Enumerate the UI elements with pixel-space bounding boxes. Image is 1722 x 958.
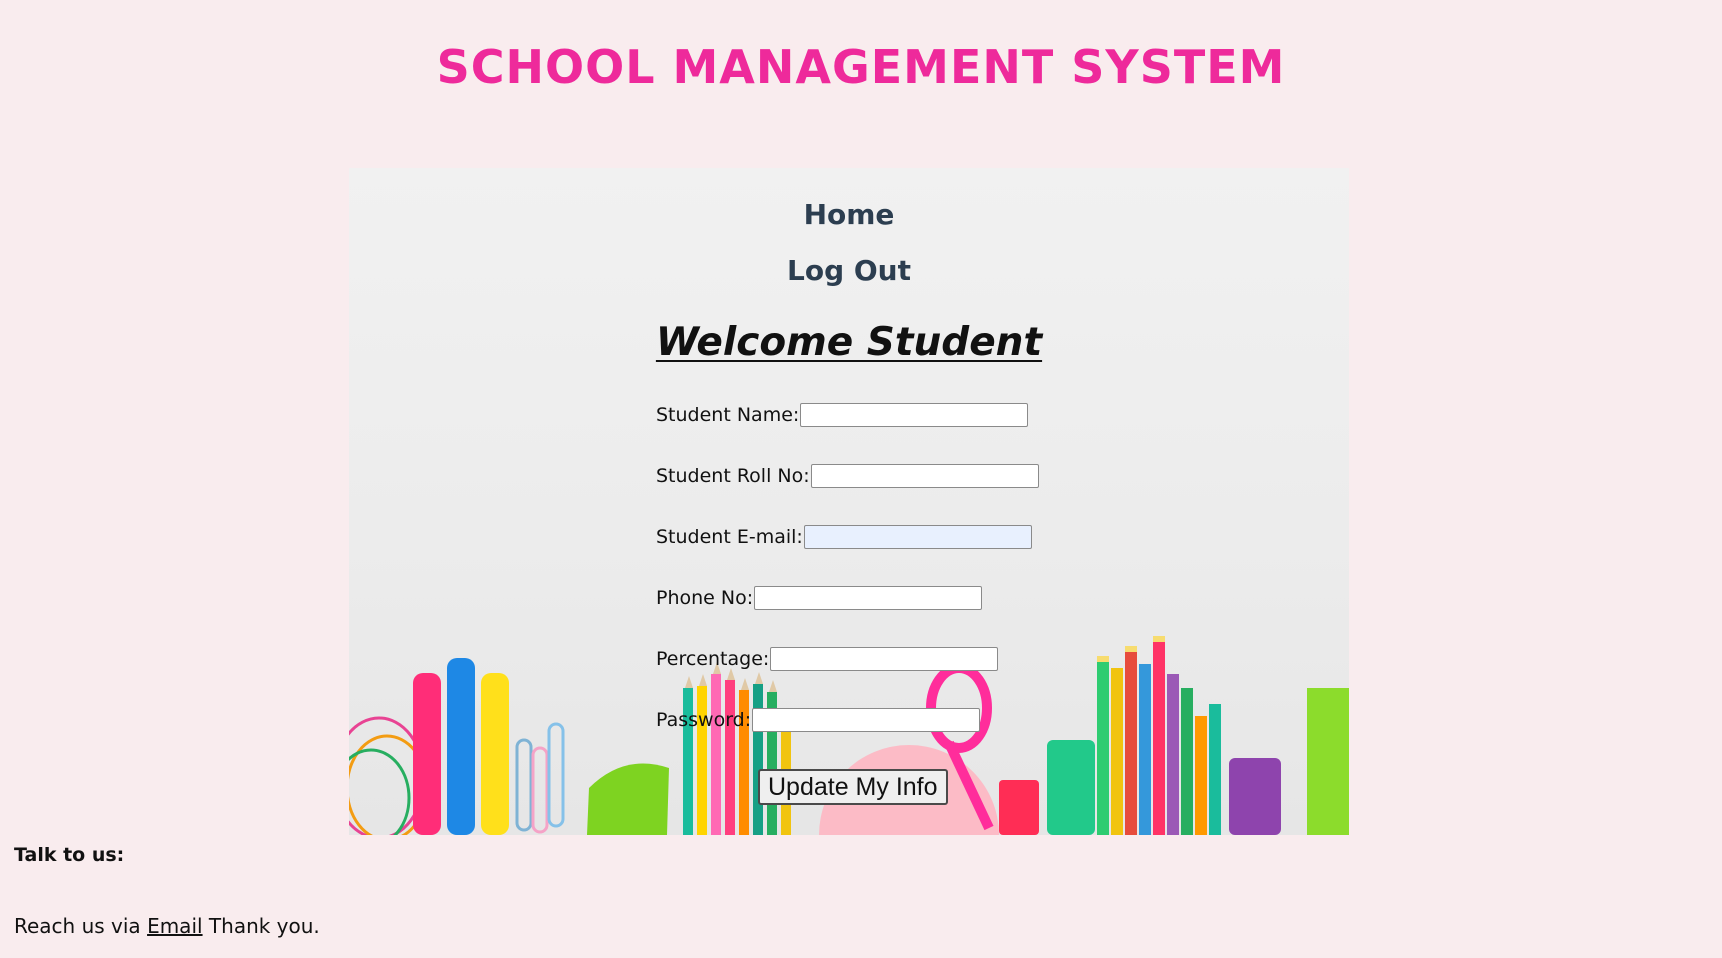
form-row-password: Password: (656, 705, 981, 735)
form-row-phone: Phone No: (656, 583, 983, 613)
password-input[interactable] (752, 708, 981, 732)
footer-title: Talk to us: (14, 844, 125, 866)
ruler-illustration (1307, 688, 1349, 835)
phone-input[interactable] (754, 586, 983, 610)
sharpener-illustration (1229, 758, 1281, 835)
colored-pencils-illustration (683, 662, 791, 835)
password-label: Password: (656, 709, 752, 731)
phone-label: Phone No: (656, 587, 754, 609)
percentage-input[interactable] (770, 647, 999, 671)
form-row-email: Student E-mail: (656, 522, 1032, 552)
percentage-label: Percentage: (656, 648, 770, 670)
eraser-illustration (999, 780, 1039, 835)
email-input[interactable] (803, 525, 1032, 549)
paper-clips-illustration (515, 722, 565, 834)
student-name-label: Student Name: (656, 404, 800, 426)
footer-contact-line: Reach us via Email Thank you. (14, 914, 320, 938)
update-info-button[interactable]: Update My Info (758, 769, 948, 805)
sticky-notes-illustration (1047, 740, 1095, 835)
pencils-illustration (1097, 636, 1221, 835)
email-label: Student E-mail: (656, 526, 803, 548)
form-row-student-name: Student Name: (656, 400, 1029, 430)
form-row-percentage: Percentage: (656, 644, 999, 674)
form-row-roll-no: Student Roll No: (656, 461, 1039, 491)
footer-prefix: Reach us via (14, 914, 141, 938)
footer-suffix: Thank you. (208, 914, 320, 938)
roll-no-input[interactable] (810, 464, 1039, 488)
content-panel: Home Log Out Welcome Student Student Nam… (349, 168, 1349, 835)
student-name-input[interactable] (800, 403, 1029, 427)
roll-no-label: Student Roll No: (656, 465, 810, 487)
site-title: SCHOOL MANAGEMENT SYSTEM (436, 40, 1286, 94)
email-link[interactable]: Email (147, 914, 203, 938)
stapler-illustration (587, 763, 669, 835)
markers-illustration (413, 658, 509, 835)
